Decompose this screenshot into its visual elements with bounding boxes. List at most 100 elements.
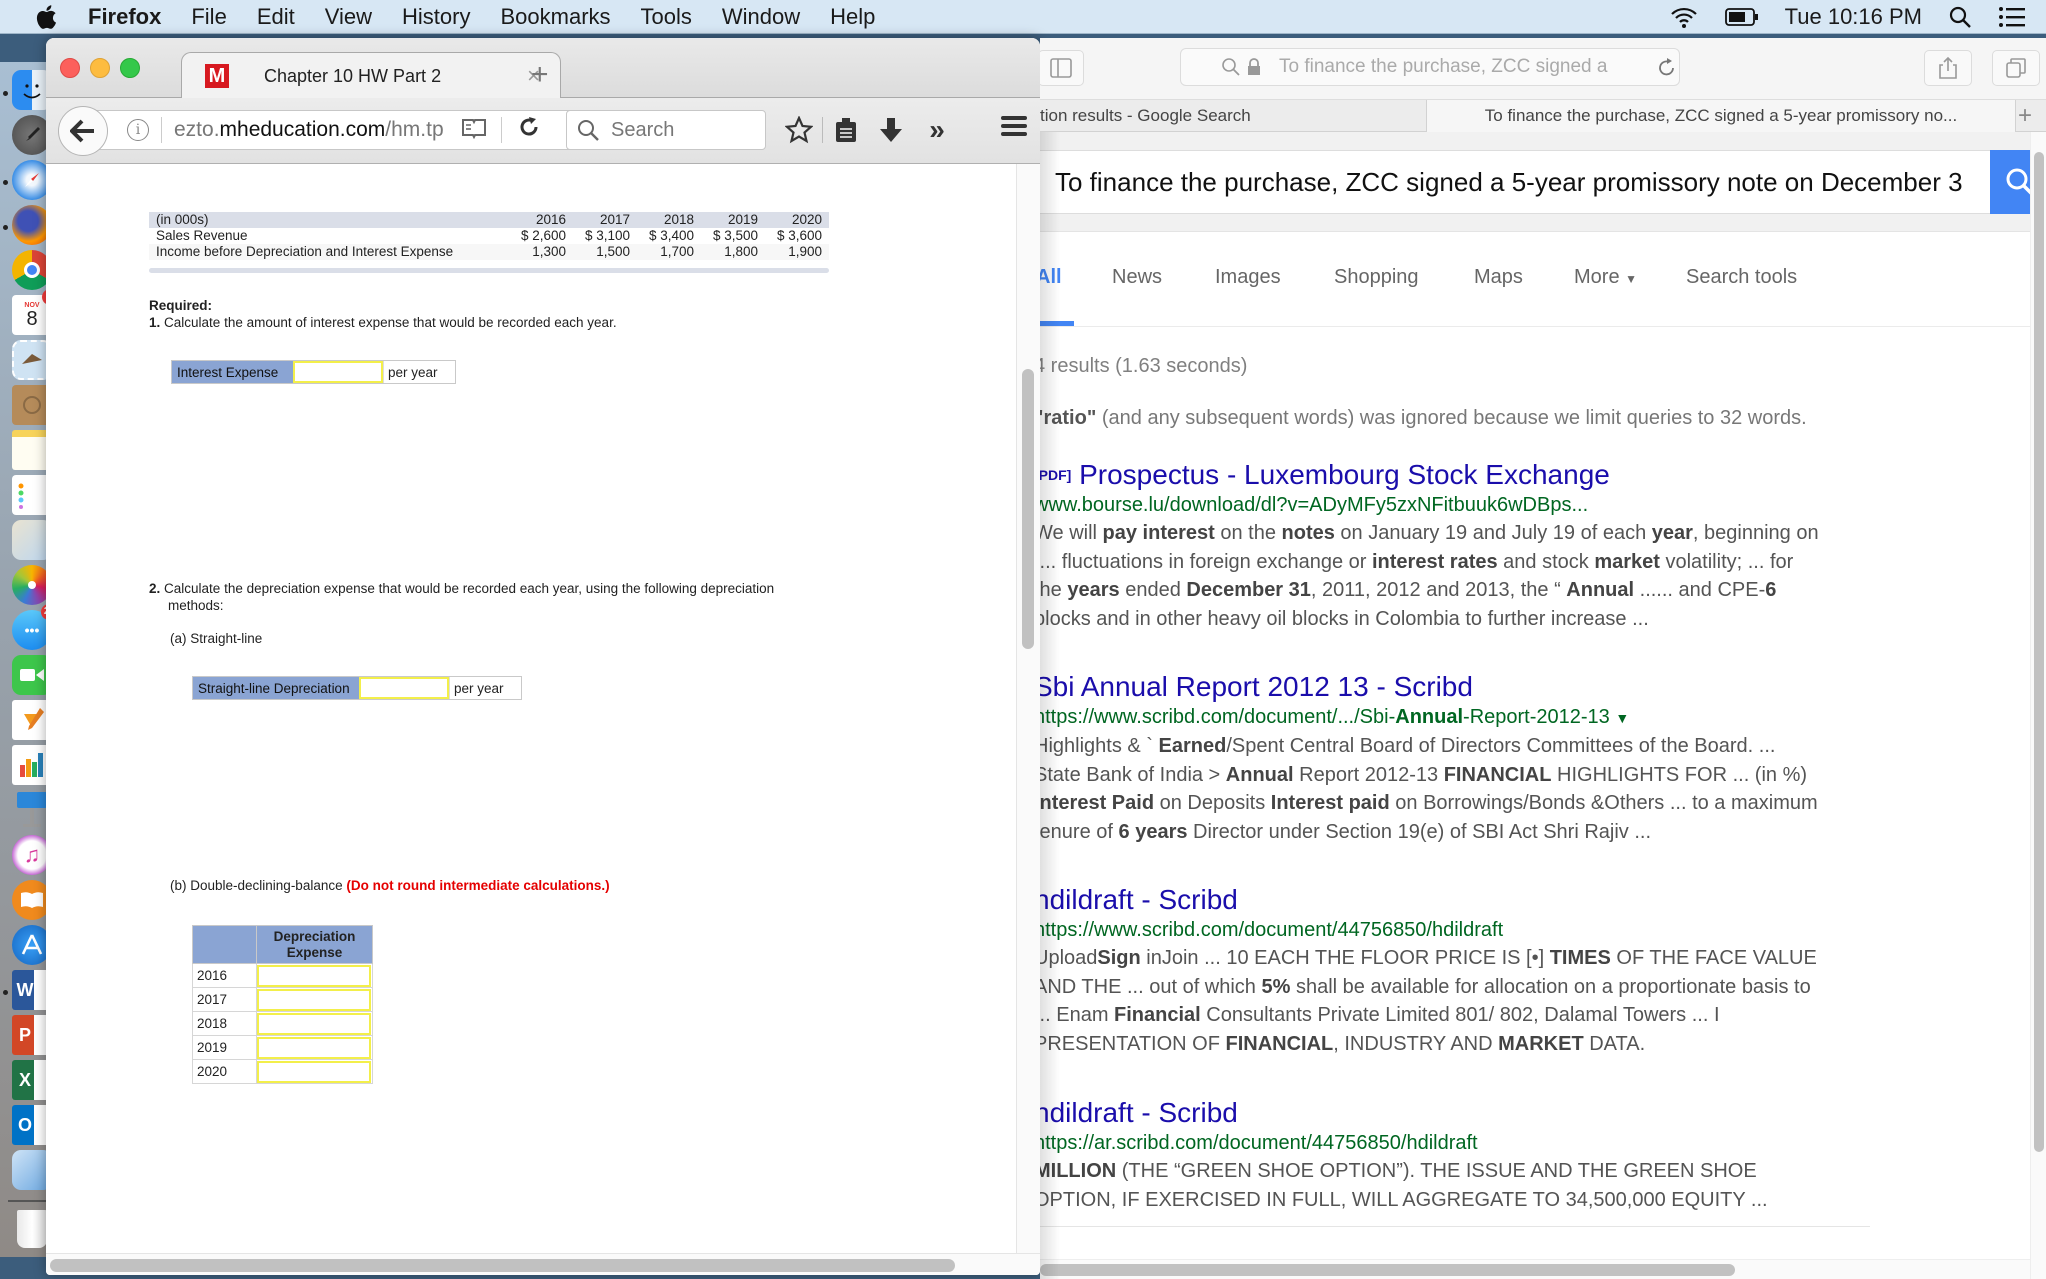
minimize-window-button[interactable] (90, 58, 110, 78)
table-cell: 1,800 (724, 244, 758, 259)
result-title-link[interactable]: [PDF] Prospectus - Luxembourg Stock Exch… (1040, 459, 1934, 491)
table-cell: 1,900 (788, 244, 822, 259)
dock-trash-icon[interactable] (17, 1210, 47, 1248)
running-indicator (3, 180, 8, 185)
google-search-input[interactable]: To finance the purchase, ZCC signed a 5-… (1040, 150, 1990, 214)
nav-maps[interactable]: Maps (1474, 266, 1523, 289)
horizontal-scrollbar-thumb[interactable] (50, 1259, 955, 1272)
back-button[interactable] (58, 106, 108, 156)
ddb-input-2017[interactable] (257, 988, 371, 1011)
safari-tab-google-search[interactable]: tion results - Google Search (1040, 100, 1426, 132)
show-tabs-button[interactable] (1992, 50, 2040, 86)
table-row: 2017 (192, 987, 373, 1012)
ddb-input-2018[interactable] (257, 1012, 371, 1035)
nav-shopping[interactable]: Shopping (1334, 266, 1419, 289)
wifi-icon[interactable] (1669, 5, 1699, 29)
table-cell: $ 2,600 (520, 228, 566, 243)
nav-news[interactable]: News (1112, 266, 1162, 289)
menu-bookmarks[interactable]: Bookmarks (500, 4, 610, 30)
google-search-header: To finance the purchase, ZCC signed a 5-… (1040, 132, 2046, 232)
menu-help[interactable]: Help (830, 4, 875, 30)
horizontal-scrollbar[interactable] (46, 1253, 1040, 1275)
straight-line-input[interactable] (359, 677, 449, 699)
menu-app-firefox[interactable]: Firefox (88, 4, 161, 30)
safari-vertical-scrollbar[interactable] (2030, 132, 2046, 1279)
vertical-scrollbar-thumb[interactable] (1022, 369, 1034, 649)
ddb-input-2016[interactable] (257, 964, 371, 987)
new-tab-button[interactable]: + (2018, 102, 2032, 130)
hamburger-menu-icon[interactable] (1000, 114, 1028, 143)
menu-file[interactable]: File (191, 4, 226, 30)
spotlight-icon[interactable] (1948, 5, 1972, 29)
safari-horizontal-scrollbar[interactable] (1040, 1259, 2030, 1279)
year-cell: 2019 (192, 1035, 257, 1060)
close-window-button[interactable] (60, 58, 80, 78)
apple-menu-icon[interactable] (34, 4, 58, 30)
clock[interactable]: Tue 10:16 PM (1785, 4, 1922, 30)
row-label: Sales Revenue (156, 228, 248, 243)
table-row: 2016 (192, 963, 373, 988)
nav-more[interactable]: More ▼ (1574, 266, 1637, 289)
result-title-link[interactable]: hdildraft - Scribd (1040, 1097, 1934, 1129)
ddb-input-2019[interactable] (257, 1036, 371, 1059)
url-text[interactable]: ezto.mheducation.com/hm.tp (174, 118, 449, 142)
interest-expense-input[interactable] (293, 361, 383, 383)
reading-list-icon[interactable] (822, 117, 868, 143)
reload-icon[interactable] (1657, 56, 1677, 78)
year-cell: 2018 (192, 1011, 257, 1036)
menu-view[interactable]: View (325, 4, 372, 30)
url-path: /hm.tp (385, 118, 444, 141)
per-year-unit: per year (383, 361, 455, 383)
overflow-chevron-icon[interactable]: » (914, 114, 960, 146)
safari-address-text: To finance the purchase, ZCC signed a (1279, 56, 1608, 77)
battery-icon[interactable] (1724, 7, 1759, 27)
search-box[interactable]: Search (566, 110, 766, 150)
active-tab-indicator (1040, 321, 1074, 326)
share-button[interactable] (1924, 50, 1972, 86)
nav-all[interactable]: All (1040, 266, 1062, 289)
result-title-link[interactable]: hdildraft - Scribd (1040, 884, 1934, 916)
reader-view-icon[interactable] (461, 117, 487, 144)
financial-data-table: (in 000s) 2016 2017 2018 2019 2020 Sales… (149, 212, 829, 260)
safari-tab-active[interactable]: To finance the purchase, ZCC signed a 5-… (1426, 100, 2016, 132)
tab-chapter-10-hw[interactable]: M Chapter 10 HW Part 2 × (181, 52, 561, 99)
search-result: [PDF] Prospectus - Luxembourg Stock Exch… (1040, 459, 1934, 633)
url-divider (501, 117, 502, 143)
site-info-icon[interactable]: i (127, 119, 149, 141)
new-tab-button[interactable]: + (531, 58, 549, 92)
url-divider (161, 117, 162, 143)
ddb-input-2020[interactable] (257, 1060, 371, 1083)
menu-tools[interactable]: Tools (641, 4, 692, 30)
year-cell: 2016 (192, 963, 257, 988)
url-dropdown-arrow-icon[interactable]: ▼ (1615, 710, 1629, 726)
table-cell: $ 3,400 (648, 228, 694, 243)
toolbar-icons: » (776, 112, 960, 148)
result-title-link[interactable]: Sbi Annual Report 2012 13 - Scribd (1040, 671, 1934, 703)
ddb-header-row: Depreciation Expense (192, 925, 373, 964)
sidebar-toggle-button[interactable] (1040, 50, 1084, 86)
vertical-scrollbar[interactable] (1016, 164, 1040, 1253)
menu-edit[interactable]: Edit (257, 4, 295, 30)
ddb-title: (b) Double-declining-balance (170, 878, 343, 893)
ignored-word: "ratio" (1040, 407, 1097, 429)
snippet-line: PRESENTATION OF FINANCIAL, INDUSTRY AND … (1040, 1032, 1646, 1055)
menu-history[interactable]: History (402, 4, 470, 30)
menu-window[interactable]: Window (722, 4, 800, 30)
zoom-window-button[interactable] (120, 58, 140, 78)
year-cell: 2017 (192, 987, 257, 1012)
bookmark-star-icon[interactable] (776, 116, 822, 144)
nav-search-tools[interactable]: Search tools (1686, 266, 1797, 289)
nav-images[interactable]: Images (1215, 266, 1281, 289)
word-letter: W (16, 979, 34, 1000)
url-bar[interactable]: i ezto.mheducation.com/hm.tp (86, 110, 606, 150)
ddb-table: Depreciation Expense 2016 2017 2018 2019 … (192, 925, 373, 1084)
notification-center-icon[interactable] (1998, 6, 2026, 28)
safari-vertical-scrollbar-thumb[interactable] (2034, 152, 2044, 1152)
mheducation-favicon-icon: M (205, 64, 229, 88)
reload-icon[interactable] (518, 116, 540, 145)
downloads-icon[interactable] (868, 117, 914, 143)
table-cell: 1,700 (660, 244, 694, 259)
safari-horizontal-scrollbar-thumb[interactable] (1040, 1264, 1735, 1276)
table-row: Sales Revenue $ 2,600 $ 3,100 $ 3,400 $ … (149, 228, 829, 244)
safari-address-bar[interactable]: To finance the purchase, ZCC signed a (1180, 48, 1680, 86)
